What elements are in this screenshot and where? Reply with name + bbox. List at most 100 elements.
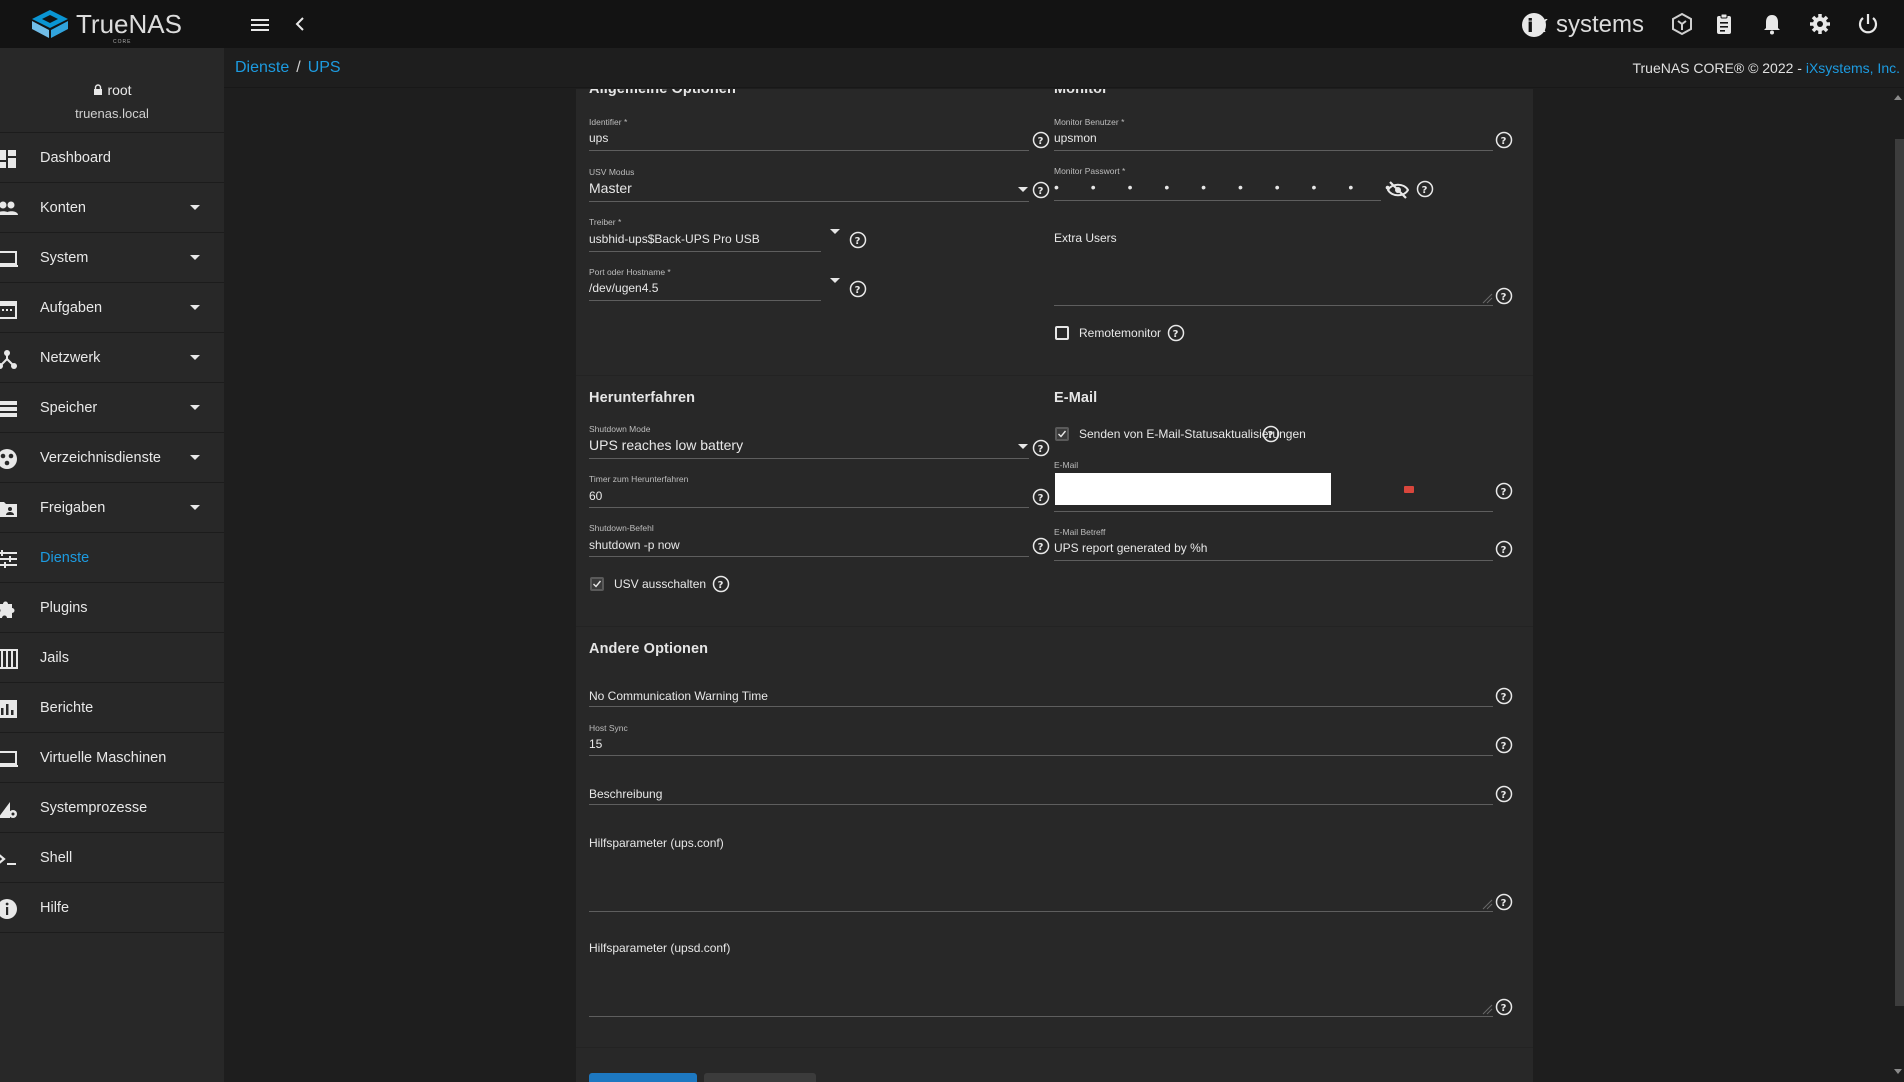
help-icon[interactable]: ? — [1495, 893, 1513, 911]
help-icon[interactable]: ? — [1495, 998, 1513, 1016]
scrollbar-thumb[interactable] — [1895, 139, 1904, 1006]
scroll-down-icon[interactable] — [1894, 1069, 1902, 1074]
help-icon[interactable]: ? — [1032, 439, 1050, 457]
resize-handle-icon[interactable] — [1481, 898, 1493, 910]
email-label: E-Mail — [1054, 460, 1079, 470]
chevron-left-icon[interactable] — [290, 14, 310, 34]
checkmark-icon — [593, 580, 602, 588]
port-select[interactable]: /dev/ugen4.5 — [589, 281, 658, 295]
sidebar-item-netzwerk[interactable]: Netzwerk — [0, 333, 224, 383]
send-email-checkbox[interactable] — [1055, 427, 1069, 441]
help-icon[interactable]: ? — [1495, 785, 1513, 803]
breadcrumb-dienste-link[interactable]: Dienste — [235, 59, 289, 76]
sidebar-item-konten[interactable]: Konten — [0, 183, 224, 233]
sidebar-item-verzeichnisdienste[interactable]: Verzeichnisdienste — [0, 433, 224, 483]
shutdown-command-input[interactable]: shutdown -p now — [589, 538, 680, 552]
breadcrumb-ups-link[interactable]: UPS — [308, 59, 341, 76]
sidebar-item-label: Speicher — [40, 399, 98, 416]
error-icon — [1404, 486, 1414, 493]
chevron-down-icon — [190, 205, 200, 210]
sidebar-item-aufgaben[interactable]: Aufgaben — [0, 283, 224, 333]
shutdown-command-underline — [589, 556, 1029, 557]
aux-ups-conf-textarea[interactable] — [589, 911, 1493, 912]
people-icon — [0, 201, 18, 215]
shutdown-mode-select[interactable]: UPS reaches low battery — [589, 437, 743, 453]
email-subject-input[interactable]: UPS report generated by %h — [1054, 541, 1207, 555]
resize-handle-icon[interactable] — [1481, 1003, 1493, 1015]
sidebar-item-jails[interactable]: Jails — [0, 633, 224, 683]
help-icon[interactable]: ? — [849, 231, 867, 249]
ups-mode-select[interactable]: Master — [589, 180, 632, 196]
sidebar-item-dashboard[interactable]: Dashboard — [0, 133, 224, 183]
visibility-off-icon[interactable] — [1387, 180, 1409, 200]
help-icon[interactable]: ? — [1032, 181, 1050, 199]
breadcrumb: Dienste / UPS — [235, 59, 341, 77]
help-icon[interactable]: ? — [1416, 180, 1434, 198]
sidebar-item-plugins[interactable]: Plugins — [0, 583, 224, 633]
ixsystems-logo[interactable]: i X systems — [1520, 11, 1644, 39]
svg-text:?: ? — [1501, 741, 1507, 752]
svg-text:?: ? — [1038, 186, 1044, 197]
sidebar-item-label: Hilfe — [40, 899, 70, 916]
hamburger-menu-icon[interactable] — [248, 13, 272, 37]
power-icon[interactable] — [1856, 12, 1880, 36]
help-icon[interactable]: ? — [1032, 537, 1050, 555]
gear-icon[interactable] — [1808, 12, 1832, 36]
user-host: truenas.local — [75, 106, 149, 121]
truenas-logo-icon — [32, 10, 68, 38]
sidebar-item-label: Aufgaben — [40, 299, 103, 316]
sidebar-item-berichte[interactable]: Berichte — [0, 683, 224, 733]
ups-power-off-checkbox[interactable] — [590, 577, 604, 591]
sidebar-item-hilfe[interactable]: Hilfe — [0, 883, 224, 933]
section-email-title: E-Mail — [1054, 390, 1098, 406]
help-icon[interactable]: ? — [1495, 131, 1513, 149]
monitor-user-input[interactable]: upsmon — [1054, 131, 1097, 145]
help-icon[interactable]: ? — [1495, 287, 1513, 305]
help-icon[interactable]: ? — [1495, 540, 1513, 558]
svg-text:?: ? — [1038, 136, 1044, 147]
scroll-up-icon[interactable] — [1894, 95, 1902, 100]
driver-select[interactable]: usbhid-ups$Back-UPS Pro USB — [589, 232, 760, 246]
remote-monitor-checkbox[interactable] — [1055, 326, 1069, 340]
sidebar-item-freigaben[interactable]: Freigaben — [0, 483, 224, 533]
ixsystems-link[interactable]: iXsystems, Inc. — [1806, 60, 1900, 76]
help-icon[interactable]: ? — [1032, 131, 1050, 149]
svg-text:?: ? — [855, 285, 861, 296]
aux-upsd-conf-textarea[interactable] — [589, 1016, 1493, 1017]
help-icon[interactable]: ? — [849, 280, 867, 298]
help-icon[interactable]: ? — [712, 575, 730, 593]
truecommand-icon[interactable] — [1670, 12, 1694, 36]
identifier-input[interactable]: ups — [589, 131, 608, 145]
email-input[interactable] — [1055, 473, 1331, 505]
svg-text:?: ? — [1268, 430, 1274, 441]
help-icon[interactable]: ? — [1032, 488, 1050, 506]
host-sync-input[interactable]: 15 — [589, 737, 602, 751]
sidebar-item-virtuelle-maschinen[interactable]: Virtuelle Maschinen — [0, 733, 224, 783]
help-icon[interactable]: ? — [1495, 482, 1513, 500]
description-input[interactable]: Beschreibung — [589, 787, 662, 801]
extra-users-textarea[interactable] — [1054, 305, 1493, 306]
page-scrollbar[interactable] — [1884, 89, 1904, 1082]
clipboard-icon[interactable] — [1712, 12, 1736, 36]
help-icon[interactable]: ? — [1495, 736, 1513, 754]
save-button[interactable] — [589, 1073, 697, 1082]
monitor-password-input[interactable]: • • • • • • • • • • — [1054, 179, 1404, 195]
truenas-logo[interactable]: TrueNAS CORE — [30, 8, 182, 45]
help-icon[interactable]: ? — [1167, 324, 1185, 342]
cancel-button[interactable] — [704, 1073, 816, 1082]
sidebar-item-speicher[interactable]: Speicher — [0, 383, 224, 433]
email-subject-label: E-Mail Betreff — [1054, 527, 1106, 537]
sidebar-item-dienste[interactable]: Dienste — [0, 533, 224, 583]
resize-handle-icon[interactable] — [1481, 292, 1493, 304]
sidebar-item-system[interactable]: System — [0, 233, 224, 283]
sidebar-item-systemprozesse[interactable]: Systemprozesse — [0, 783, 224, 833]
sidebar-item-shell[interactable]: Shell — [0, 833, 224, 883]
help-icon[interactable]: ? — [1262, 425, 1280, 443]
bell-icon[interactable] — [1760, 12, 1784, 36]
shutdown-timer-input[interactable]: 60 — [589, 489, 602, 503]
aux-upsd-conf-label: Hilfsparameter (upsd.conf) — [589, 941, 731, 955]
chart-icon — [0, 700, 17, 718]
no-comm-warning-input[interactable]: No Communication Warning Time — [589, 689, 768, 703]
svg-text:?: ? — [855, 236, 861, 247]
help-icon[interactable]: ? — [1495, 687, 1513, 705]
